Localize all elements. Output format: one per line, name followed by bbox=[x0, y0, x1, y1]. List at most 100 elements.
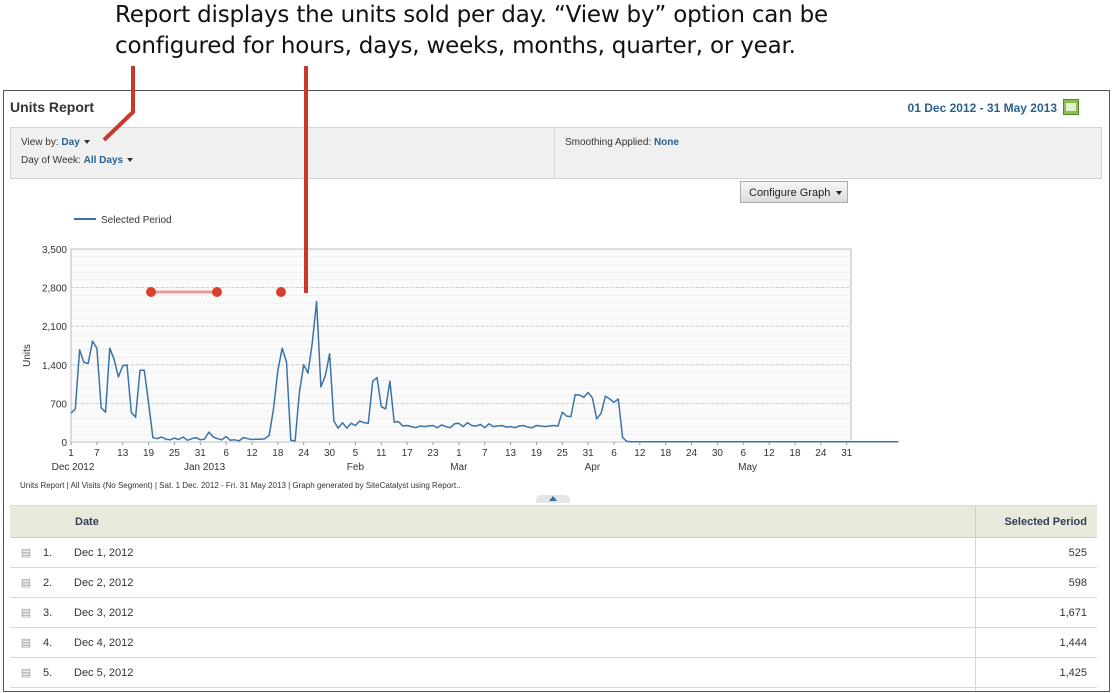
x-tick-label: 5 bbox=[353, 448, 359, 459]
row-value: 1,830 bbox=[975, 687, 1097, 691]
breakdown-icon[interactable]: ▤ bbox=[10, 597, 42, 628]
x-tick-label: 30 bbox=[324, 448, 336, 459]
column-header-date[interactable]: Date bbox=[74, 505, 976, 538]
y-tick-label: 2,100 bbox=[42, 322, 67, 333]
x-tick-label: 24 bbox=[298, 448, 310, 459]
x-tick-label: 31 bbox=[583, 448, 595, 459]
x-tick-label: 7 bbox=[482, 448, 488, 459]
row-date: Dec 5, 2012 bbox=[74, 657, 976, 688]
smoothing-value[interactable]: None bbox=[654, 137, 679, 148]
calendar-icon[interactable] bbox=[1063, 99, 1079, 115]
x-tick-label: 23 bbox=[427, 448, 439, 459]
plot-area bbox=[70, 248, 852, 443]
x-tick-label: 12 bbox=[634, 448, 646, 459]
date-range-link[interactable]: 01 Dec 2012 - 31 May 2013 bbox=[908, 101, 1057, 115]
chart-footer-note: Units Report | All Visits (No Segment) |… bbox=[20, 481, 461, 490]
day-of-week-dropdown[interactable]: All Days bbox=[84, 155, 123, 166]
x-month-label: Mar bbox=[450, 462, 468, 473]
x-tick-label: 19 bbox=[143, 448, 155, 459]
row-date: Dec 6, 2012 bbox=[74, 687, 976, 691]
x-tick-label: 31 bbox=[195, 448, 207, 459]
row-date: Dec 1, 2012 bbox=[74, 537, 976, 568]
row-rank: 5. bbox=[42, 657, 74, 688]
column-header-selected-period[interactable]: Selected Period bbox=[975, 505, 1097, 538]
x-tick-label: 6 bbox=[223, 448, 229, 459]
day-of-week-label: Day of Week: bbox=[21, 155, 81, 166]
x-tick-label: 25 bbox=[169, 448, 181, 459]
chevron-down-icon[interactable] bbox=[127, 158, 134, 163]
breakdown-icon[interactable]: ▤ bbox=[10, 657, 42, 688]
units-line-chart: 3,5002,8002,1001,4007000Units1 7 13 19 25 31 6… bbox=[22, 215, 899, 473]
x-tick-label: 18 bbox=[272, 448, 284, 459]
callout-line-2: configured for hours, days, weeks, month… bbox=[115, 33, 796, 59]
x-tick-label: 6 bbox=[740, 448, 746, 459]
x-tick-label: 12 bbox=[764, 448, 776, 459]
x-tick-label: 25 bbox=[557, 448, 569, 459]
x-month-label: Apr bbox=[585, 462, 601, 473]
x-month-label: Jan 2013 bbox=[184, 462, 226, 473]
row-rank: 1. bbox=[42, 537, 74, 568]
callout-text: Report displays the units sold per day. … bbox=[115, 0, 915, 62]
table-row[interactable]: ▤ 1. Dec 1, 2012 525 bbox=[10, 537, 1097, 568]
table-row[interactable]: ▤ 2. Dec 2, 2012 598 bbox=[10, 567, 1097, 598]
y-tick-label: 0 bbox=[61, 438, 67, 449]
y-tick-label: 2,800 bbox=[42, 284, 67, 295]
table-header-row: Date Selected Period bbox=[10, 505, 1097, 538]
view-by-option: View by: Day bbox=[21, 137, 90, 148]
x-tick-label: 19 bbox=[531, 448, 543, 459]
y-tick-label: 1,400 bbox=[42, 361, 67, 372]
callout-line-1: Report displays the units sold per day. … bbox=[115, 2, 829, 28]
collapse-graph-toggle[interactable] bbox=[536, 495, 570, 503]
legend-label: Selected Period bbox=[101, 215, 172, 226]
view-by-label: View by: bbox=[21, 137, 59, 148]
x-tick-label: 6 bbox=[611, 448, 617, 459]
row-date: Dec 3, 2012 bbox=[74, 597, 976, 628]
x-tick-label: 11 bbox=[376, 448, 387, 459]
row-value: 1,425 bbox=[975, 657, 1097, 688]
row-rank: 6. bbox=[42, 687, 74, 691]
breakdown-icon[interactable]: ▤ bbox=[10, 537, 42, 568]
smoothing-option: Smoothing Applied: None bbox=[565, 137, 679, 148]
x-month-label: May bbox=[738, 462, 757, 473]
view-by-dropdown[interactable]: Day bbox=[61, 137, 79, 148]
x-month-label: Dec 2012 bbox=[52, 462, 95, 473]
report-options: View by: Day Day of Week: All Days Smoot… bbox=[10, 127, 1102, 179]
smoothing-label: Smoothing Applied: bbox=[565, 137, 652, 148]
row-value: 1,671 bbox=[975, 597, 1097, 628]
row-value: 598 bbox=[975, 567, 1097, 598]
x-tick-label: 18 bbox=[660, 448, 672, 459]
x-tick-label: 24 bbox=[686, 448, 698, 459]
options-divider bbox=[554, 128, 555, 178]
x-tick-label: 1 bbox=[456, 448, 462, 459]
x-tick-label: 12 bbox=[246, 448, 258, 459]
breakdown-icon[interactable]: ▤ bbox=[10, 567, 42, 598]
y-axis-label: Units bbox=[22, 344, 33, 367]
chevron-down-icon[interactable] bbox=[83, 140, 90, 145]
data-table: Date Selected Period ▤ 1. Dec 1, 2012 525 ▤ 2… bbox=[10, 505, 1097, 691]
page-title: Units Report bbox=[10, 99, 94, 115]
breakdown-icon[interactable]: ▤ bbox=[10, 687, 42, 691]
table-row[interactable]: ▤6.Dec 6, 20121,830 bbox=[10, 687, 1097, 691]
report-panel: Units Report 01 Dec 2012 - 31 May 2013 V… bbox=[3, 90, 1110, 692]
table-row[interactable]: ▤ 5. Dec 5, 2012 1,425 bbox=[10, 657, 1097, 688]
x-tick-label: 13 bbox=[505, 448, 517, 459]
row-rank: 3. bbox=[42, 597, 74, 628]
x-month-label: Feb bbox=[347, 462, 365, 473]
x-tick-label: 31 bbox=[841, 448, 853, 459]
row-rank: 2. bbox=[42, 567, 74, 598]
x-tick-label: 13 bbox=[117, 448, 129, 459]
x-tick-label: 1 bbox=[68, 448, 74, 459]
row-value: 1,444 bbox=[975, 627, 1097, 658]
row-value: 525 bbox=[975, 537, 1097, 568]
x-tick-label: 17 bbox=[402, 448, 414, 459]
x-tick-label: 7 bbox=[94, 448, 100, 459]
row-date: Dec 2, 2012 bbox=[74, 567, 976, 598]
breakdown-icon[interactable]: ▤ bbox=[10, 627, 42, 658]
row-date: Dec 4, 2012 bbox=[74, 627, 976, 658]
row-rank: 4. bbox=[42, 627, 74, 658]
chevron-down-icon bbox=[836, 191, 843, 196]
table-row[interactable]: ▤ 4. Dec 4, 2012 1,444 bbox=[10, 627, 1097, 658]
table-row[interactable]: ▤ 3. Dec 3, 2012 1,671 bbox=[10, 597, 1097, 628]
x-tick-label: 30 bbox=[712, 448, 724, 459]
y-tick-label: 3,500 bbox=[42, 245, 67, 256]
